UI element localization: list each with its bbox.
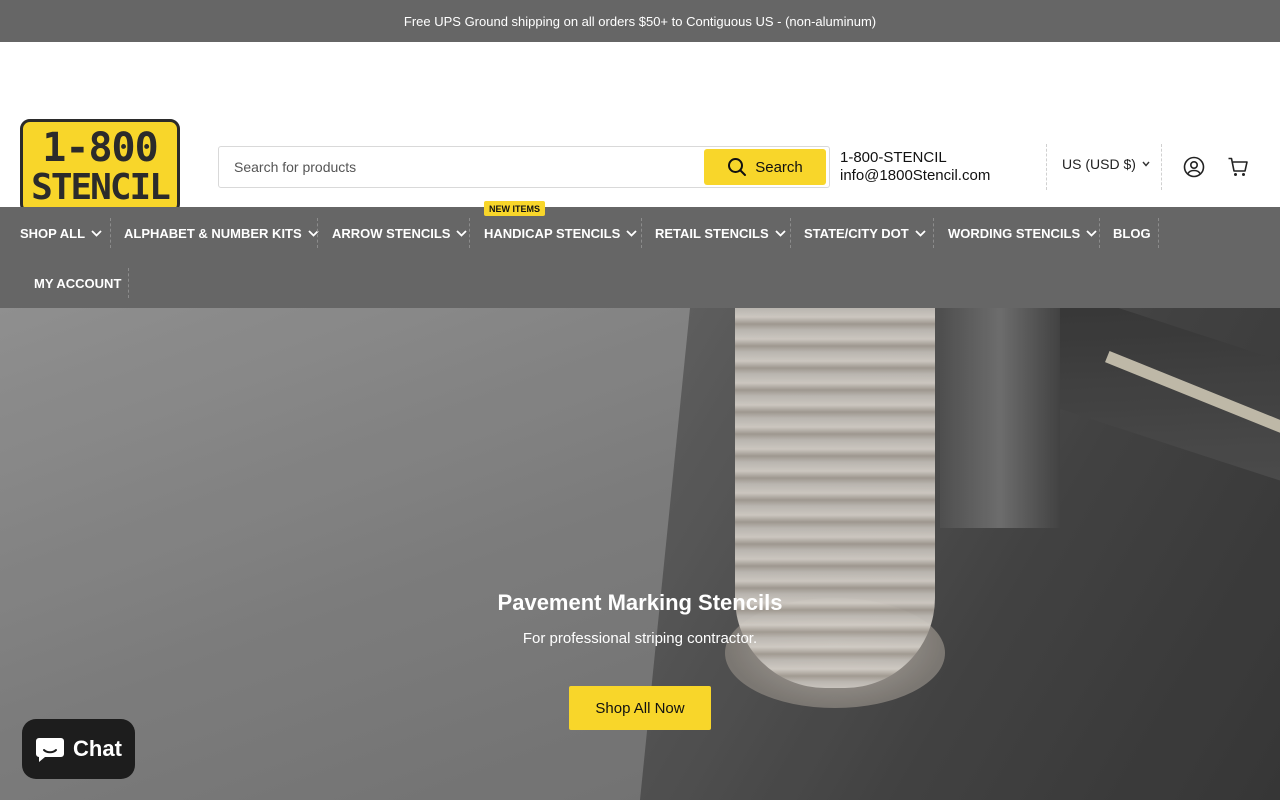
- account-button[interactable]: [1182, 155, 1206, 179]
- chat-bubble-icon: [36, 738, 65, 762]
- chevron-down-icon: [456, 229, 468, 237]
- chevron-down-icon: [1142, 161, 1150, 167]
- nav-item-label: STATE/CITY DOT: [804, 225, 909, 241]
- cart-icon: [1228, 157, 1248, 176]
- nav-item-my-account[interactable]: MY ACCOUNT: [34, 258, 121, 308]
- search-button-label: Search: [755, 158, 803, 176]
- announcement-bar: Free UPS Ground shipping on all orders $…: [0, 0, 1280, 42]
- nav-separator: [110, 218, 111, 248]
- hero-title: Pavement Marking Stencils: [497, 590, 783, 615]
- nav-item-label: RETAIL STENCILS: [655, 225, 769, 241]
- nav-separator: [933, 218, 934, 248]
- chat-button[interactable]: Chat: [22, 719, 135, 779]
- currency-selector[interactable]: US (USD $): [1062, 156, 1150, 172]
- nav-item-label: ALPHABET & NUMBER KITS: [124, 225, 302, 241]
- nav-separator: [1099, 218, 1100, 248]
- nav-item-shop-all[interactable]: SHOP ALL: [20, 208, 102, 258]
- logo-line-2: STENCIL: [31, 166, 171, 208]
- nav-item-label: WORDING STENCILS: [948, 225, 1081, 241]
- nav-item-wording-stencils[interactable]: WORDING STENCILS: [948, 208, 1097, 258]
- nav-separator: [641, 218, 642, 248]
- nav-item-alphabet-number-kits[interactable]: ALPHABET & NUMBER KITS: [124, 208, 319, 258]
- hero-banner: Pavement Marking Stencils For profession…: [0, 308, 1280, 800]
- nav-item-label: MY ACCOUNT: [34, 275, 122, 291]
- site-logo[interactable]: 1-800 STENCIL: [20, 119, 180, 214]
- nav-separator: [1158, 218, 1159, 248]
- header-divider: [1161, 144, 1162, 190]
- nav-separator: [128, 268, 129, 298]
- nav-item-arrow-stencils[interactable]: ARROW STENCILS: [332, 208, 468, 258]
- nav-separator: [317, 218, 318, 248]
- chevron-down-icon: [626, 229, 637, 237]
- chevron-down-icon: [91, 229, 102, 237]
- nav-item-label: BLOG: [1113, 225, 1151, 241]
- currency-label: US (USD $): [1062, 156, 1136, 172]
- contact-phone[interactable]: 1-800-STENCIL: [840, 149, 990, 167]
- contact-email[interactable]: info@1800Stencil.com: [840, 167, 990, 185]
- chevron-down-icon: [1086, 229, 1097, 237]
- contact-info: 1-800-STENCIL info@1800Stencil.com: [840, 149, 990, 185]
- search-button[interactable]: Search: [704, 149, 826, 185]
- search-input[interactable]: [219, 147, 704, 187]
- shop-all-now-button[interactable]: Shop All Now: [569, 686, 711, 730]
- nav-item-label: SHOP ALL: [20, 225, 86, 241]
- search-bar: Search: [218, 146, 830, 188]
- nav-item-state-city-dot[interactable]: STATE/CITY DOT: [804, 208, 926, 258]
- header-divider: [1046, 144, 1047, 190]
- logo-line-1: 1-800: [42, 124, 158, 171]
- nav-item-retail-stencils[interactable]: RETAIL STENCILS: [655, 208, 786, 258]
- chevron-down-icon: [775, 229, 786, 237]
- nav-item-blog[interactable]: BLOG: [1113, 208, 1151, 258]
- chevron-down-icon: [915, 229, 926, 237]
- nav-item-label: HANDICAP STENCILS: [484, 225, 621, 241]
- search-icon: [728, 158, 747, 176]
- site-header: 1-800 STENCIL Search 1-800-STENCIL info@…: [0, 42, 1280, 214]
- new-items-badge: NEW ITEMS: [484, 201, 545, 216]
- nav-separator: [469, 218, 470, 248]
- main-nav: SHOP ALL ALPHABET & NUMBER KITS ARROW ST…: [0, 207, 1280, 308]
- cart-button[interactable]: [1226, 155, 1250, 179]
- nav-item-label: ARROW STENCILS: [332, 225, 451, 241]
- nav-separator: [790, 218, 791, 248]
- chat-label: Chat: [73, 736, 122, 761]
- user-icon: [1183, 156, 1205, 178]
- announcement-text: Free UPS Ground shipping on all orders $…: [403, 13, 877, 29]
- hero-subtitle: For professional striping contractor.: [522, 630, 758, 647]
